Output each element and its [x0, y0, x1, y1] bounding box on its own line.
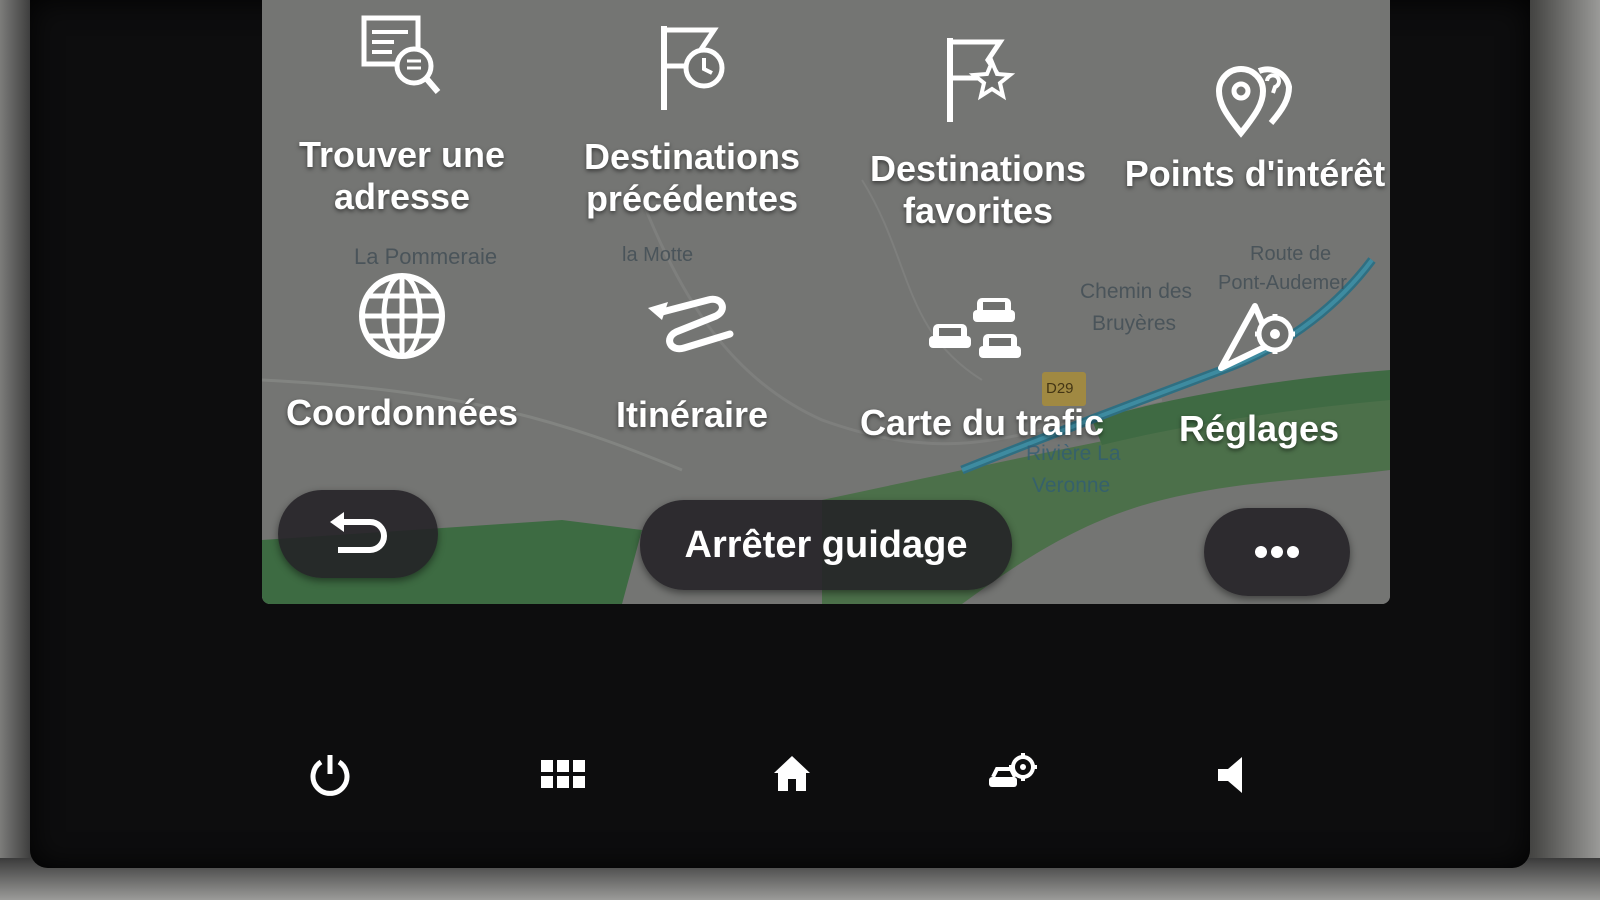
favorite-destinations-label: Destinations: [869, 148, 1087, 189]
back-button[interactable]: [278, 490, 438, 578]
map-label-road: Route de: [1250, 243, 1332, 265]
favorite-destinations-button[interactable]: Destinations favorites: [858, 30, 1098, 232]
itinerary-button[interactable]: Itinéraire: [572, 290, 812, 436]
poi-pins-icon: [1215, 66, 1293, 138]
flag-star-icon: [947, 38, 1016, 122]
find-address-label: adresse: [333, 176, 471, 217]
navigation-screen: La Pommeraie la Motte Chemin des Bruyère…: [262, 0, 1390, 604]
flag-clock-icon: [661, 26, 725, 110]
apps-grid-icon: [541, 760, 585, 788]
map-label-road: Pont-Audemer: [1218, 272, 1347, 294]
power-icon: [310, 755, 350, 796]
map-label-river: Rivière La: [1026, 442, 1121, 465]
traffic-cars-icon: [929, 298, 1021, 358]
volume-icon: [1218, 757, 1242, 793]
previous-destinations-label: précédentes: [585, 178, 799, 219]
points-of-interest-label: Points d'intérêt: [1124, 153, 1386, 194]
coordinates-label: Coordonnées: [285, 392, 518, 433]
previous-destinations-button[interactable]: Destinations précédentes: [572, 18, 812, 220]
map-label-river: Veronne: [1032, 474, 1111, 497]
address-search-icon: [361, 15, 441, 94]
previous-destinations-label: Destinations: [583, 136, 801, 177]
volume-button[interactable]: [1196, 740, 1266, 810]
globe-icon: [359, 273, 445, 359]
back-arrow-icon: [330, 512, 387, 553]
favorite-destinations-label: favorites: [902, 190, 1054, 231]
nav-settings-icon: [1218, 303, 1295, 371]
stop-guidance-label: Arrêter guidage: [684, 523, 968, 566]
settings-button[interactable]: Réglages: [1124, 300, 1390, 450]
more-options-button[interactable]: [1204, 508, 1350, 596]
itinerary-label: Itinéraire: [615, 394, 769, 435]
home-icon: [774, 756, 810, 791]
car-settings-icon: [989, 753, 1037, 787]
apps-button[interactable]: [528, 740, 598, 810]
coordinates-button[interactable]: Coordonnées: [282, 268, 522, 434]
find-address-button[interactable]: Trouver une adresse: [282, 8, 522, 218]
find-address-label: Trouver une: [298, 134, 506, 175]
map-label-place: La Pommeraie: [354, 244, 498, 269]
points-of-interest-button[interactable]: Points d'intérêt: [1120, 55, 1390, 195]
traffic-map-label: Carte du trafic: [859, 402, 1105, 443]
map-label-place: la Motte: [622, 244, 694, 266]
display-glass: La Pommeraie la Motte Chemin des Bruyère…: [30, 0, 1530, 868]
settings-label: Réglages: [1178, 408, 1340, 449]
stop-guidance-button[interactable]: Arrêter guidage: [640, 500, 1012, 590]
route-icon: [648, 295, 734, 353]
car-settings-button[interactable]: [978, 738, 1048, 808]
traffic-map-button[interactable]: Carte du trafic: [842, 292, 1122, 444]
home-button[interactable]: [757, 738, 827, 808]
power-button[interactable]: [295, 740, 365, 810]
more-dots-icon: [1255, 546, 1299, 558]
